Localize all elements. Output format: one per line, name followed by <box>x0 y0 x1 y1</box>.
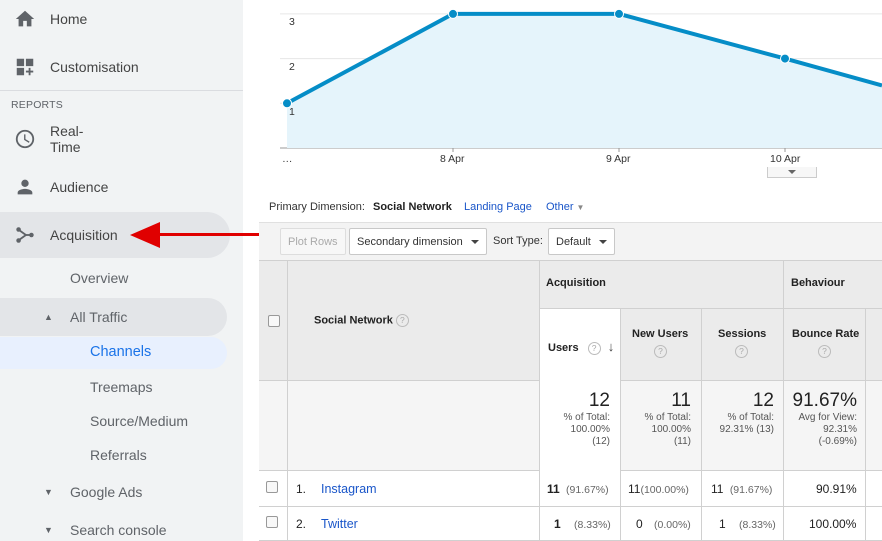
help-icon[interactable]: ? <box>654 345 667 358</box>
sidebar-item-audience[interactable]: Audience <box>0 164 108 210</box>
x-tick-label: 10 Apr <box>770 153 801 165</box>
sessions-column-header[interactable]: Sessions <box>718 328 766 340</box>
new-users-column-header[interactable]: New Users <box>632 328 688 340</box>
grid-line <box>539 308 882 309</box>
dashboard-plus-icon <box>0 56 50 78</box>
primary-dimension-label: Primary Dimension: <box>269 201 365 213</box>
annotation-arrow-head <box>130 222 160 248</box>
sidebar-item-google-ads[interactable]: Google Ads <box>70 484 142 500</box>
x-tick-label: … <box>282 153 293 165</box>
plot-rows-button[interactable]: Plot Rows <box>280 228 346 255</box>
sidebar-item-overview[interactable]: Overview <box>70 270 128 286</box>
divider <box>0 90 243 91</box>
sessions-cell: 1 (8.33%) <box>719 517 776 531</box>
behaviour-group-header: Behaviour <box>791 277 845 289</box>
secondary-dimension-label: Secondary dimension <box>357 235 463 248</box>
new-users-cell: 0 (0.00%) <box>636 517 691 531</box>
sessions-total-sub: % of Total: 92.31% (13) <box>719 412 774 435</box>
sort-type-value: Default <box>556 235 591 248</box>
sidebar-item-search-console[interactable]: Search console <box>70 522 167 538</box>
sort-down-arrow-icon[interactable]: ↓ <box>608 339 615 354</box>
sidebar-item-label: Home <box>50 11 88 27</box>
users-cell: 1 (8.33%) <box>554 517 611 531</box>
data-point <box>780 53 790 64</box>
y-tick-label: 3 <box>289 16 295 28</box>
row-link-instagram[interactable]: Instagram <box>321 482 377 496</box>
sidebar-item-label: Customisation <box>50 59 139 75</box>
users-line-chart[interactable]: 3 2 1 … 8 Apr 9 Apr 10 Apr <box>280 0 882 180</box>
y-tick-label: 2 <box>289 61 295 73</box>
data-point <box>448 8 458 19</box>
help-icon[interactable]: ? <box>735 345 748 358</box>
sidebar-item-label: Audience <box>50 179 109 195</box>
acquisition-group-header: Acquisition <box>546 277 606 289</box>
help-icon[interactable]: ? <box>395 314 409 327</box>
sidebar-item-customisation[interactable]: Customisation <box>0 44 139 90</box>
select-all-checkbox[interactable] <box>268 315 280 327</box>
chart-collapse-handle[interactable] <box>767 167 817 178</box>
row-checkbox[interactable] <box>266 516 278 528</box>
sidebar-item-home[interactable]: Home <box>0 0 87 42</box>
help-icon[interactable]: ? <box>818 345 831 358</box>
sidebar-item-source-medium[interactable]: Source/Medium <box>90 413 188 429</box>
sidebar-item-label: Acquisition <box>50 227 118 243</box>
sidebar-item-treemaps[interactable]: Treemaps <box>90 379 153 395</box>
dimension-landing-page[interactable]: Landing Page <box>464 201 532 213</box>
table-toolbar: Plot Rows Secondary dimension Sort Type:… <box>259 222 882 260</box>
y-tick-label: 1 <box>289 106 295 118</box>
grid-line <box>287 260 288 541</box>
row-link-twitter[interactable]: Twitter <box>321 517 358 531</box>
sessions-cell: 11 (91.67%) <box>711 482 773 496</box>
sidebar-item-acquisition[interactable]: Acquisition <box>0 212 118 258</box>
bounce-cell: 100.00% <box>809 517 857 531</box>
reports-section-label: REPORTS <box>11 99 63 111</box>
new-users-total-sub: % of Total: 100.00% (11) <box>644 412 691 447</box>
person-icon <box>0 176 50 198</box>
expand-triangle-icon[interactable]: ▼ <box>44 487 53 497</box>
caret-down-icon <box>470 239 479 244</box>
new-users-cell: 11(100.00%) <box>628 482 689 496</box>
social-network-header[interactable]: Social Network ? <box>314 314 409 327</box>
sidebar-item-realtime[interactable]: Real-Time <box>0 116 83 162</box>
new-users-total: 11 <box>671 390 691 411</box>
clock-icon <box>0 128 50 150</box>
acquisition-icon <box>0 224 50 246</box>
sessions-total: 12 <box>752 390 774 411</box>
x-tick-label: 9 Apr <box>606 153 631 165</box>
home-icon <box>0 8 50 30</box>
secondary-dimension-dropdown[interactable]: Secondary dimension <box>349 228 487 255</box>
row-index: 1. <box>296 482 307 496</box>
sidebar-item-label: Real-Time <box>50 123 84 155</box>
sort-type-dropdown[interactable]: Default <box>548 228 615 255</box>
expand-triangle-icon[interactable]: ▼ <box>44 525 53 535</box>
users-total-sub: % of Total: 100.00% (12) <box>563 412 610 447</box>
data-point <box>614 8 624 19</box>
sidebar-item-channels[interactable]: Channels <box>90 344 151 360</box>
grid-line <box>259 506 882 507</box>
users-column-header[interactable]: Users ? ↓ <box>548 339 614 355</box>
x-tick-label: 8 Apr <box>440 153 465 165</box>
bounce-total-sub: Avg for View: 92.31% (-0.69%) <box>798 412 857 447</box>
sidebar: Home Customisation REPORTS Real-Time Aud… <box>0 0 243 541</box>
bounce-rate-column-header[interactable]: Bounce Rate <box>792 328 859 340</box>
area-fill <box>287 13 882 149</box>
dimension-social-network[interactable]: Social Network <box>373 201 452 213</box>
caret-down-icon <box>598 239 607 244</box>
sort-type-label: Sort Type: <box>493 235 543 247</box>
sidebar-item-referrals[interactable]: Referrals <box>90 447 147 463</box>
bounce-total: 91.67% <box>792 390 857 411</box>
data-table: Social Network ? Acquisition Behaviour U… <box>259 260 882 541</box>
sidebar-item-all-traffic[interactable]: All Traffic <box>70 309 127 325</box>
bounce-cell: 90.91% <box>816 482 857 496</box>
row-checkbox[interactable] <box>266 481 278 493</box>
collapse-triangle-icon[interactable]: ▲ <box>44 312 53 322</box>
dimension-other[interactable]: Other ▼ <box>546 201 584 213</box>
help-icon[interactable]: ? <box>587 341 601 355</box>
row-index: 2. <box>296 517 307 531</box>
users-total: 12 <box>588 390 610 411</box>
users-cell: 11 (91.67%) <box>547 482 609 496</box>
